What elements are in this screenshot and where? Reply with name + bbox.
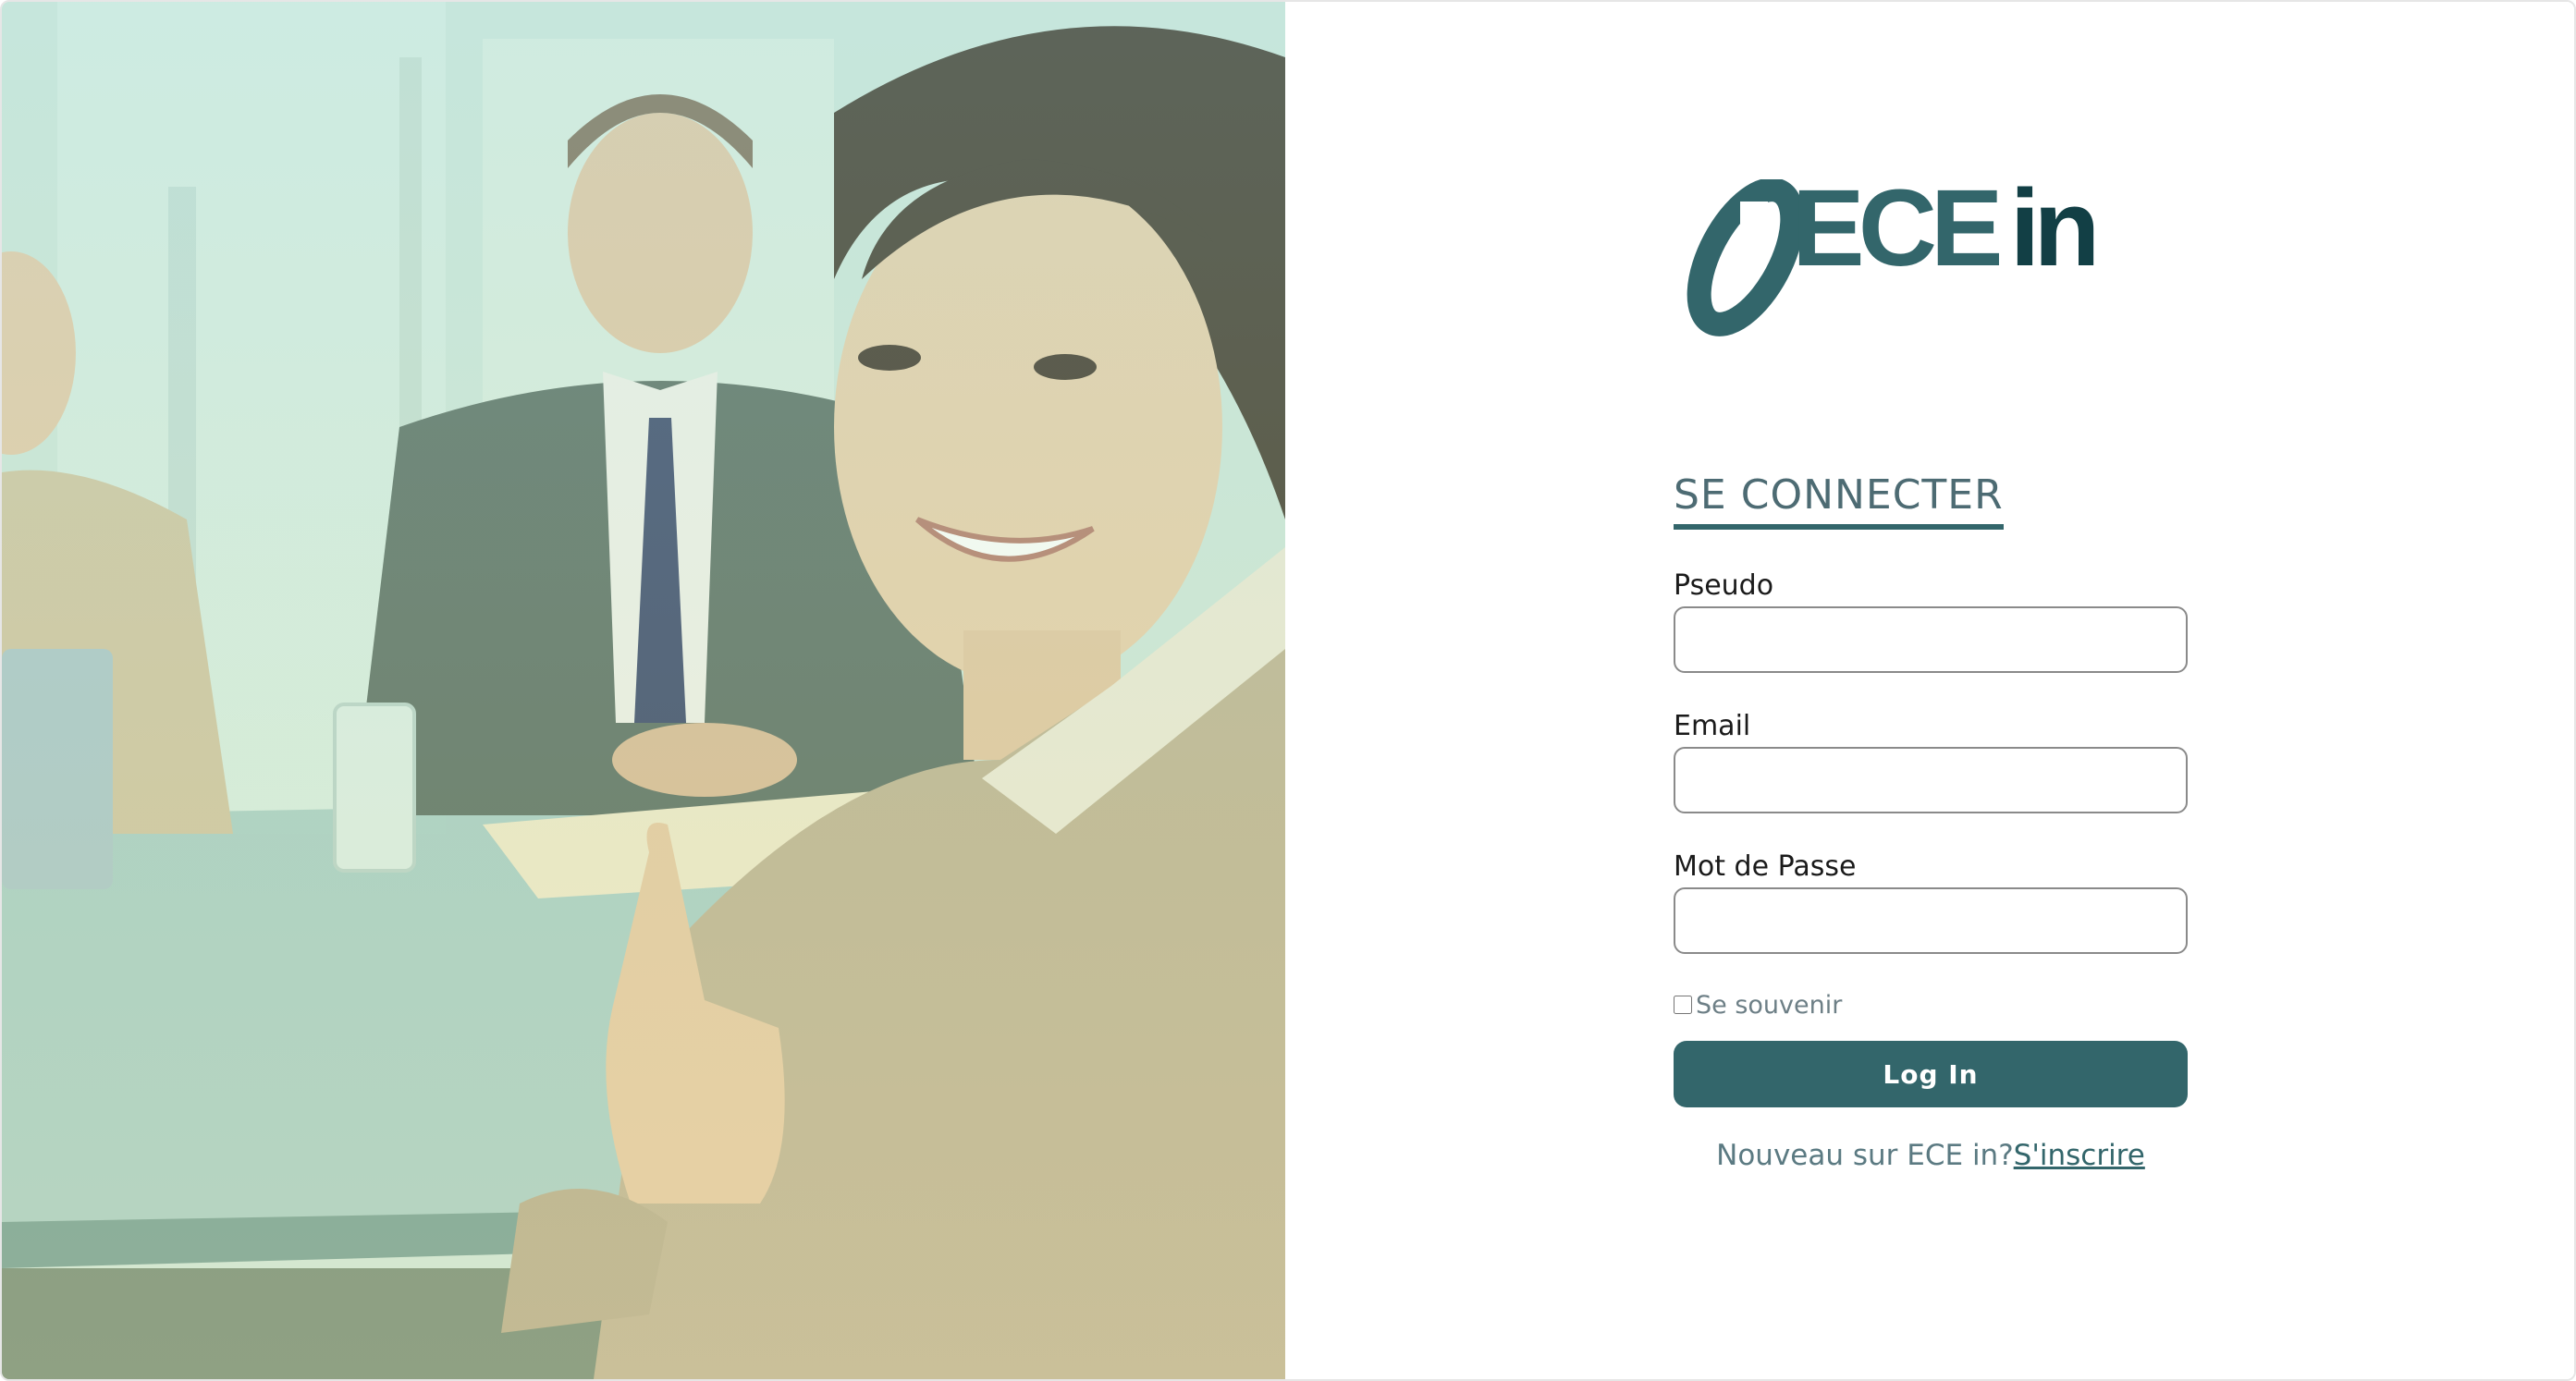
remember-me: Se souvenir	[1674, 990, 1843, 1020]
email-label: Email	[1674, 710, 1751, 742]
password-label: Mot de Passe	[1674, 850, 1857, 883]
signup-prompt: Nouveau sur ECE in?S'inscrire	[1674, 1139, 2188, 1172]
brand-name-in: in	[2009, 167, 2101, 289]
password-input[interactable]	[1674, 887, 2188, 954]
signup-prompt-text: Nouveau sur ECE in?	[1716, 1139, 2014, 1172]
email-input[interactable]	[1674, 747, 2188, 813]
remember-me-label: Se souvenir	[1696, 990, 1843, 1020]
signup-link[interactable]: S'inscrire	[2014, 1139, 2145, 1172]
hero-photo	[2, 2, 1285, 1379]
login-button[interactable]: Log In	[1674, 1041, 2188, 1107]
pseudo-input[interactable]	[1674, 606, 2188, 673]
brand-logo-text: ECE in	[1792, 174, 2101, 283]
pseudo-label: Pseudo	[1674, 569, 1774, 602]
remember-me-checkbox[interactable]	[1674, 996, 1692, 1014]
photo-tint-overlay	[2, 2, 1285, 1379]
page-frame: ECE in SE CONNECTER Pseudo Email Mot de P…	[0, 0, 2576, 1381]
login-title: SE CONNECTER	[1674, 471, 2004, 530]
brand-name-ece: ECE	[1792, 167, 2004, 289]
